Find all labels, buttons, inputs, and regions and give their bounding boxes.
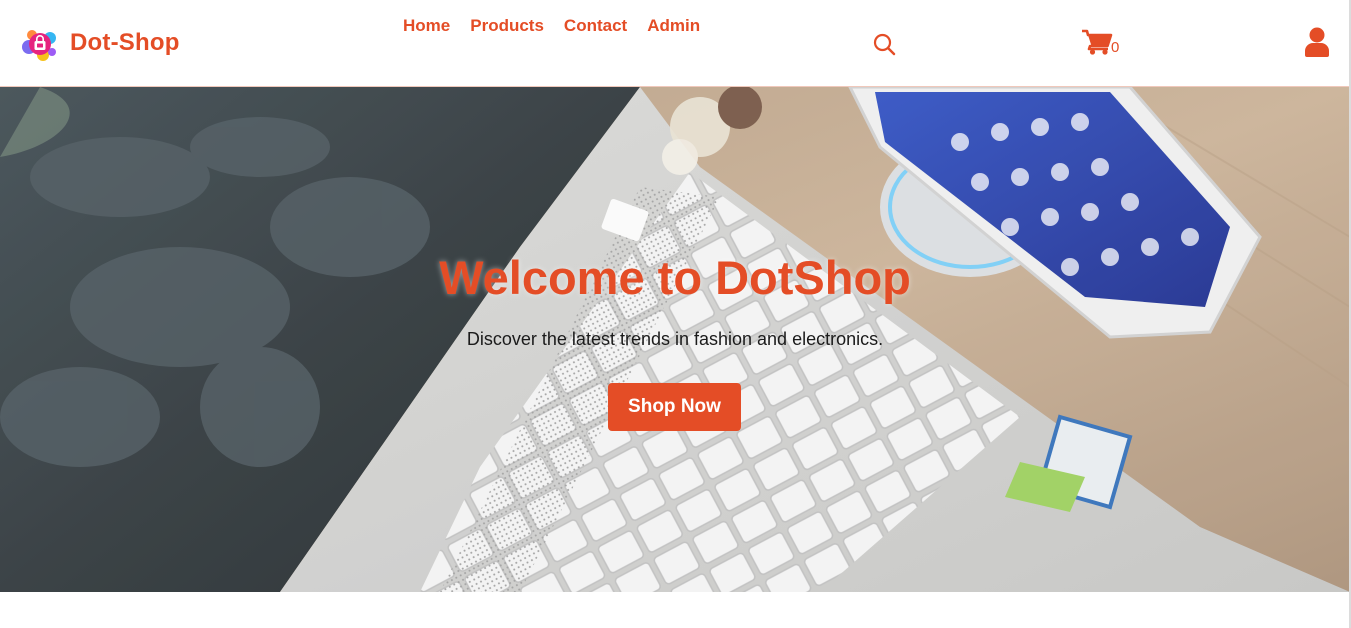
- shopping-cart-icon: [1081, 29, 1113, 55]
- hero-title: Welcome to DotShop: [439, 251, 911, 304]
- nav-home-link[interactable]: Home: [403, 16, 450, 36]
- cart-count-badge: 0: [1111, 39, 1120, 56]
- site-header: Dot-Shop Home Products Contact Admin 0: [0, 0, 1351, 87]
- nav-contact-link[interactable]: Contact: [564, 16, 627, 36]
- shop-now-button[interactable]: Shop Now: [608, 383, 741, 431]
- page: Dot-Shop Home Products Contact Admin 0 W…: [0, 0, 1351, 628]
- hero-subtitle: Discover the latest trends in fashion an…: [466, 329, 884, 349]
- brand-name: Dot-Shop: [70, 29, 180, 56]
- hero-banner: Welcome to DotShop Discover the latest t…: [0, 87, 1350, 592]
- cart-button[interactable]: 0: [1081, 29, 1119, 55]
- search-icon[interactable]: [872, 32, 896, 56]
- shopping-bag-bubbles-icon: [20, 24, 60, 62]
- user-icon[interactable]: [1304, 27, 1330, 57]
- nav-admin-link[interactable]: Admin: [647, 16, 700, 36]
- main-nav: Home Products Contact Admin: [403, 16, 720, 36]
- content-area: [0, 592, 1350, 628]
- nav-products-link[interactable]: Products: [470, 16, 544, 36]
- brand-logo-link[interactable]: Dot-Shop: [20, 24, 180, 62]
